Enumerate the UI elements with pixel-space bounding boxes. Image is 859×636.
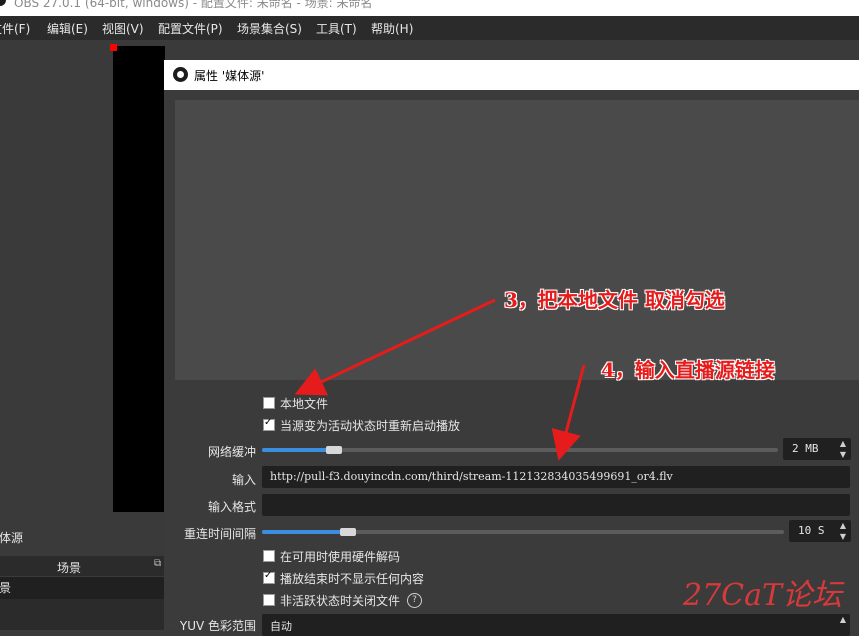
watermark: 27CaT论坛: [683, 578, 843, 613]
annotation-arrows: [294, 298, 586, 461]
arrow-to-input: [551, 364, 586, 461]
annotation-step4: 4，输入直播源链接: [601, 358, 775, 382]
arrow-to-local-file: [294, 298, 496, 396]
annotation-step3: 3，把本地文件 取消勾选: [504, 288, 725, 312]
